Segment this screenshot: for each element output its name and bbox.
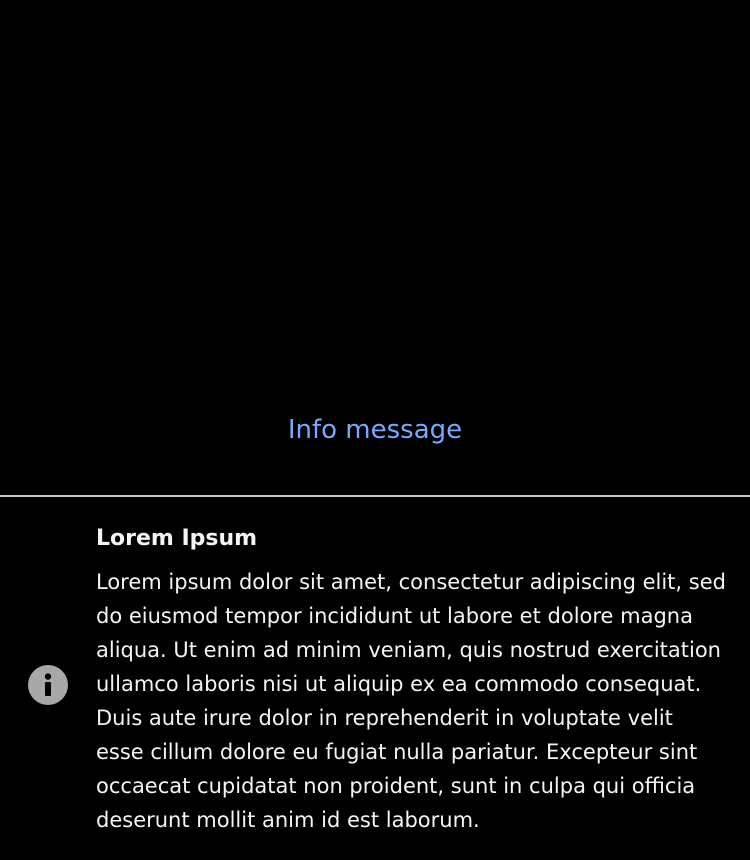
toast-body: Lorem ipsum dolor sit amet, consectetur …	[96, 570, 726, 832]
info-toast: Lorem Ipsum Lorem ipsum dolor sit amet, …	[0, 497, 750, 860]
toast-title: Lorem Ipsum	[96, 526, 258, 551]
info-message-link[interactable]: Info message	[0, 412, 750, 448]
info-icon	[28, 665, 68, 705]
trigger-area: Info message	[0, 0, 750, 496]
info-icon-glyph	[44, 673, 52, 696]
